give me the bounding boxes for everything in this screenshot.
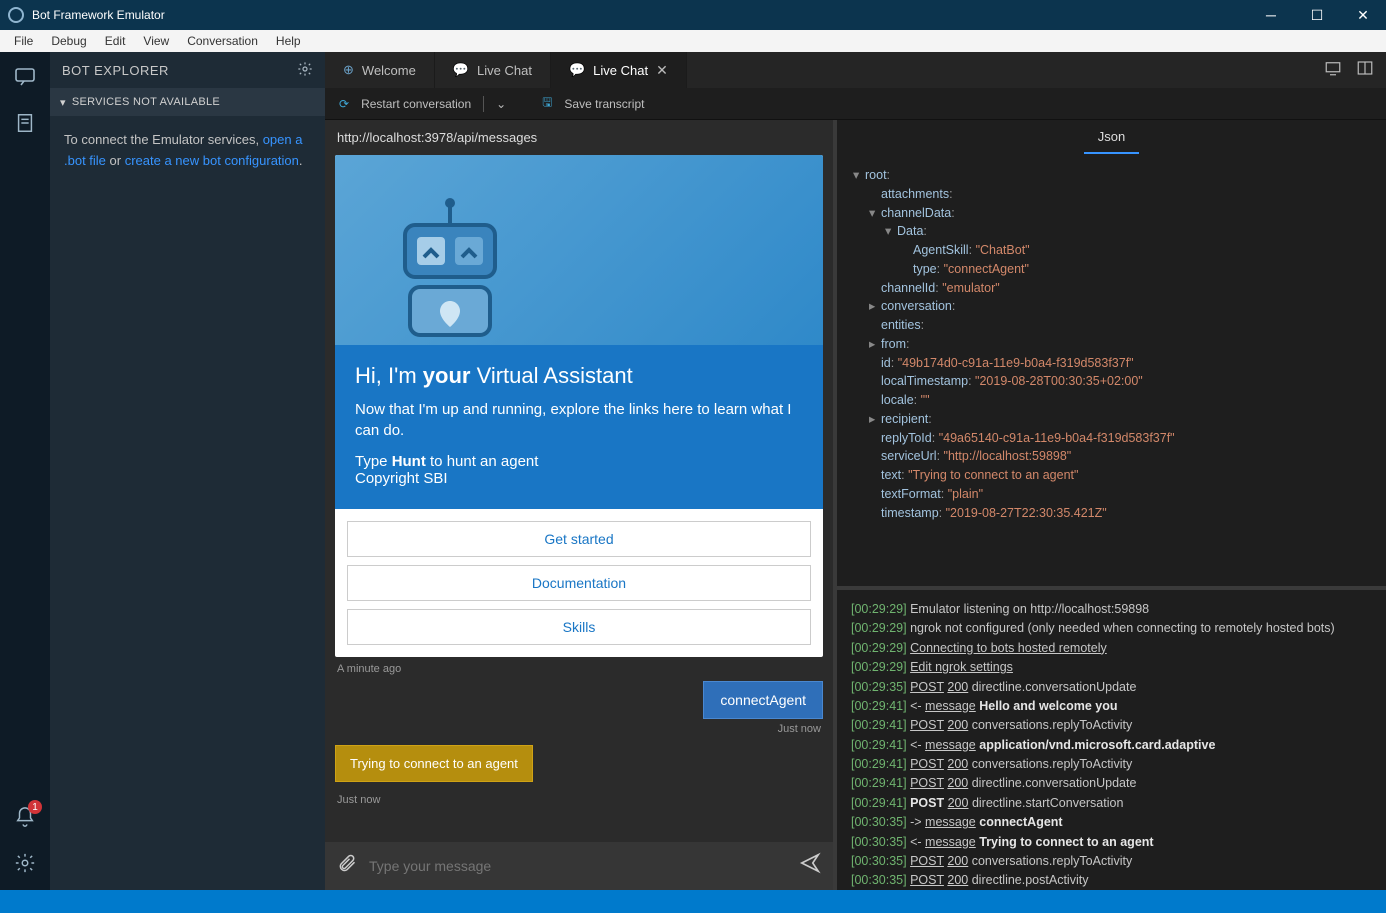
message-input-bar — [325, 842, 833, 890]
sidebar-section-header[interactable]: ▾ SERVICES NOT AVAILABLE — [50, 88, 325, 116]
inspector-tab-json[interactable]: Json — [1084, 121, 1139, 154]
sidebar-gear-icon[interactable] — [297, 61, 313, 80]
menu-conversation[interactable]: Conversation — [179, 32, 266, 50]
log-panel[interactable]: [00:29:29] Emulator listening on http://… — [837, 590, 1386, 890]
inspector-column: Json ▾root: attachments: ▾channelData: ▾… — [837, 120, 1386, 890]
split-editor-icon[interactable] — [1356, 59, 1374, 82]
card-hero-image — [335, 155, 823, 345]
card-get-started-button[interactable]: Get started — [347, 521, 811, 557]
maximize-button[interactable]: ☐ — [1294, 0, 1340, 30]
restart-conversation-button[interactable]: Restart conversation — [361, 97, 471, 111]
json-inspector[interactable]: ▾root: attachments: ▾channelData: ▾Data:… — [837, 154, 1386, 590]
chevron-down-icon: ▾ — [60, 96, 66, 109]
restart-icon: ⟳ — [339, 97, 349, 111]
close-button[interactable]: ✕ — [1340, 0, 1386, 30]
menu-bar: File Debug Edit View Conversation Help — [0, 30, 1386, 52]
chat-bubble-icon: 💬 — [453, 62, 469, 78]
sidebar-body: To connect the Emulator services, open a… — [50, 116, 325, 186]
notifications-icon[interactable] — [12, 804, 38, 830]
presentation-icon[interactable] — [1324, 59, 1342, 82]
chat-column: http://localhost:3978/api/messages — [325, 120, 837, 890]
tab-live-chat-2[interactable]: 💬Live Chat✕ — [551, 52, 687, 88]
app-icon — [8, 7, 24, 23]
card-skills-button[interactable]: Skills — [347, 609, 811, 645]
close-tab-icon[interactable]: ✕ — [656, 62, 668, 79]
globe-icon: ⊕ — [343, 62, 354, 78]
card-timestamp: A minute ago — [325, 657, 833, 681]
card-title: Hi, I'm your Virtual Assistant — [355, 363, 803, 389]
inspector-tabs: Json — [837, 120, 1386, 154]
menu-edit[interactable]: Edit — [97, 32, 134, 50]
status-bar — [0, 890, 1386, 913]
attachment-icon[interactable] — [337, 853, 357, 879]
save-icon: 🖫 — [542, 93, 552, 114]
minimize-button[interactable]: ─ — [1248, 0, 1294, 30]
message-input[interactable] — [369, 858, 787, 874]
resources-icon[interactable] — [12, 110, 38, 136]
user-message[interactable]: connectAgent — [703, 681, 823, 719]
chat-icon[interactable] — [12, 64, 38, 90]
adaptive-card: Hi, I'm your Virtual Assistant Now that … — [335, 155, 823, 657]
chat-toolbar: ⟳ Restart conversation ⌄ 🖫 Save transcri… — [325, 88, 1386, 120]
restart-dropdown-icon[interactable]: ⌄ — [496, 97, 506, 111]
endpoint-url: http://localhost:3978/api/messages — [325, 120, 833, 155]
bot-message-timestamp: Just now — [325, 788, 833, 812]
window-title: Bot Framework Emulator — [32, 8, 165, 22]
create-bot-config-link[interactable]: create a new bot configuration — [125, 153, 299, 168]
send-icon[interactable] — [799, 852, 821, 880]
card-documentation-button[interactable]: Documentation — [347, 565, 811, 601]
menu-debug[interactable]: Debug — [43, 32, 94, 50]
tab-live-chat-1[interactable]: 💬Live Chat — [435, 52, 551, 88]
bot-explorer-panel: BOT EXPLORER ▾ SERVICES NOT AVAILABLE To… — [50, 52, 325, 890]
title-bar: Bot Framework Emulator ─ ☐ ✕ — [0, 0, 1386, 30]
menu-help[interactable]: Help — [268, 32, 309, 50]
editor-tabs: ⊕Welcome 💬Live Chat 💬Live Chat✕ — [325, 52, 1386, 88]
sidebar-title: BOT EXPLORER — [62, 63, 169, 78]
settings-gear-icon[interactable] — [12, 850, 38, 876]
window-controls: ─ ☐ ✕ — [1248, 0, 1386, 30]
card-subtitle: Now that I'm up and running, explore the… — [355, 399, 803, 441]
chat-bubble-icon: 💬 — [569, 62, 585, 78]
menu-file[interactable]: File — [6, 32, 41, 50]
user-message-timestamp: Just now — [325, 719, 833, 739]
tab-welcome[interactable]: ⊕Welcome — [325, 52, 435, 88]
activity-bar — [0, 52, 50, 890]
save-transcript-button[interactable]: Save transcript — [564, 97, 644, 111]
menu-view[interactable]: View — [135, 32, 177, 50]
bot-message[interactable]: Trying to connect to an agent — [335, 745, 533, 782]
